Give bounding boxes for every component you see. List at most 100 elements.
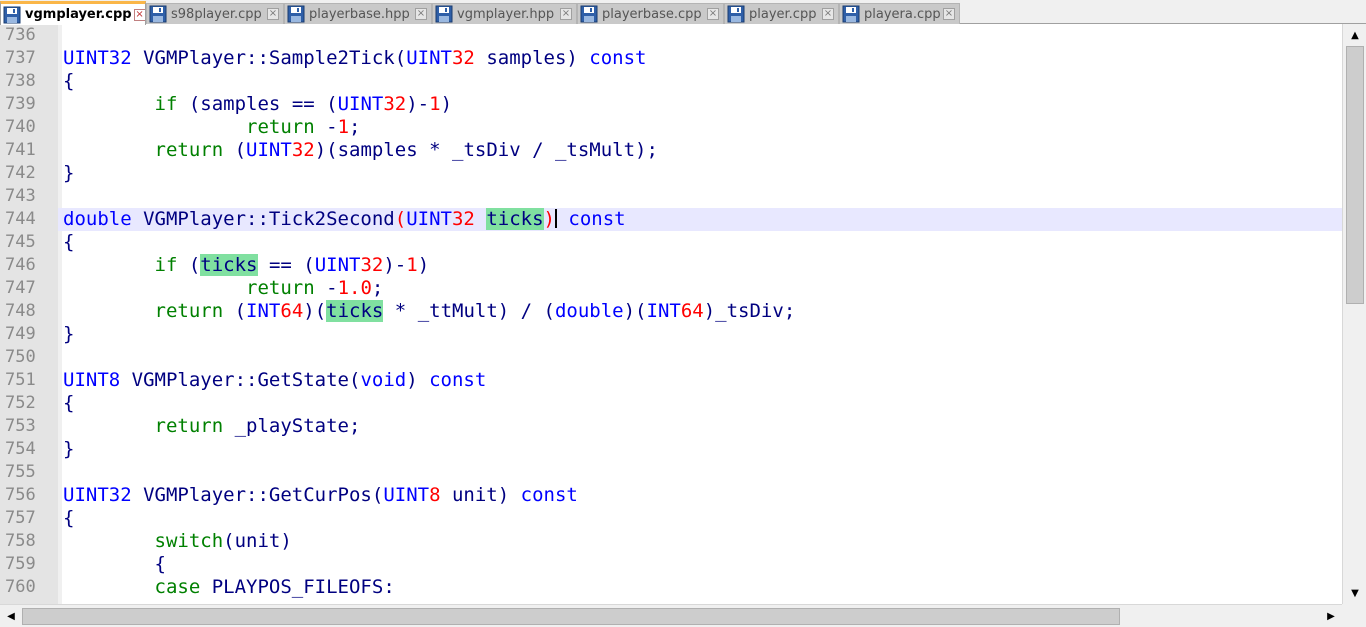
code-line[interactable]: 753 return _playState; <box>0 415 1342 438</box>
close-icon[interactable]: × <box>707 8 719 20</box>
code-token: :: <box>234 369 258 391</box>
code-line[interactable]: 739 if (samples == (UINT32)-1) <box>0 93 1342 116</box>
code-line[interactable]: 747 return -1.0; <box>0 277 1342 300</box>
tab-playerbase-cpp[interactable]: playerbase.cpp × <box>577 3 724 24</box>
close-icon[interactable]: × <box>415 8 427 20</box>
code-token: return <box>154 300 224 322</box>
code-token: const <box>417 369 487 391</box>
close-icon[interactable]: × <box>822 8 834 20</box>
code-token: Sample2Tick <box>268 47 395 69</box>
tab-s98player-cpp[interactable]: s98player.cpp × <box>146 3 284 24</box>
code-line[interactable]: 741 return (UINT32)(samples * _tsDiv / _… <box>0 139 1342 162</box>
line-number: 753 <box>5 416 36 436</box>
code-line[interactable]: 750 <box>0 346 1342 369</box>
code-line[interactable]: 758 switch(unit) <box>0 530 1342 553</box>
code-token: UINT <box>406 208 452 230</box>
scroll-left-arrow-icon[interactable]: ◀ <box>2 607 20 625</box>
close-icon[interactable]: × <box>943 8 955 20</box>
code-token: :: <box>246 484 269 506</box>
code-line[interactable]: 751 UINT8 VGMPlayer::GetState(void) const <box>0 369 1342 392</box>
code-token: INT <box>246 300 281 322</box>
code-token: switch <box>154 530 224 552</box>
code-token: ; <box>349 116 361 138</box>
code-token: UINT8 <box>63 369 132 391</box>
code-token: )- <box>383 254 407 276</box>
code-token: UINT <box>246 139 292 161</box>
horizontal-scroll-thumb[interactable] <box>22 608 1120 625</box>
scroll-down-arrow-icon[interactable]: ▼ <box>1345 584 1365 602</box>
scroll-right-arrow-icon[interactable]: ▶ <box>1322 607 1340 625</box>
code-token: return <box>154 139 224 161</box>
horizontal-scrollbar[interactable]: ◀ ▶ <box>0 604 1342 627</box>
code-text: if (samples == (UINT32)-1) <box>63 93 453 116</box>
tab-label: playera.cpp <box>864 6 941 22</box>
code-token: :: <box>246 47 269 69</box>
code-line[interactable]: 742} <box>0 162 1342 185</box>
code-line[interactable]: 744 double VGMPlayer::Tick2Second(UINT32 … <box>0 208 1342 231</box>
code-line[interactable]: 756 UINT32 VGMPlayer::GetCurPos(UINT8 uni… <box>0 484 1342 507</box>
tab-vgmplayer-cpp[interactable]: vgmplayer.cpp × <box>0 1 146 25</box>
code-token: UINT32 <box>63 47 144 69</box>
code-token: if <box>154 254 178 276</box>
code-text: { <box>63 553 166 576</box>
code-line[interactable]: 740 return -1; <box>0 116 1342 139</box>
floppy-disk-icon <box>3 6 21 23</box>
vertical-scrollbar[interactable]: ▲ ▼ <box>1342 24 1366 604</box>
vertical-scroll-thumb[interactable] <box>1346 46 1364 304</box>
code-text: UINT8 VGMPlayer::GetState(void) const <box>63 369 486 392</box>
code-token: 64 <box>680 300 704 322</box>
highlighted-token: ticks <box>326 300 384 322</box>
code-token: GetCurPos <box>268 484 372 506</box>
code-token: ) <box>280 530 292 552</box>
code-line[interactable]: 752 { <box>0 392 1342 415</box>
code-line[interactable]: 749} <box>0 323 1342 346</box>
floppy-disk-icon <box>727 5 745 23</box>
code-line[interactable]: 759 { <box>0 553 1342 576</box>
close-icon[interactable]: × <box>133 8 145 21</box>
code-line[interactable]: 745 { <box>0 231 1342 254</box>
code-line[interactable]: 760 case PLAYPOS_FILEOFS: <box>0 576 1342 599</box>
code-token: - <box>314 277 338 299</box>
code-line[interactable]: 736 <box>0 24 1342 47</box>
code-text: } <box>63 438 74 461</box>
code-line[interactable]: 746 if (ticks == (UINT32)-1) <box>0 254 1342 277</box>
code-token: 64 <box>280 300 304 322</box>
code-token: _tsMult <box>554 139 636 161</box>
code-token: ( <box>223 300 247 322</box>
floppy-disk-icon <box>287 5 305 23</box>
code-token: const <box>556 208 626 230</box>
line-number: 760 <box>5 577 36 597</box>
close-icon[interactable]: × <box>267 8 279 20</box>
code-token: unit <box>234 530 281 552</box>
code-line[interactable]: 748 return (INT64)(ticks * _ttMult) / (d… <box>0 300 1342 323</box>
code-token: return <box>246 116 315 138</box>
code-line[interactable]: 743 <box>0 185 1342 208</box>
code-editor[interactable]: 736 737 UINT32 VGMPlayer::Sample2Tick(UINT… <box>0 24 1342 604</box>
tab-playera-cpp[interactable]: playera.cpp × <box>839 3 960 24</box>
line-number: 754 <box>5 439 36 459</box>
code-line[interactable]: 738 { <box>0 70 1342 93</box>
line-number: 758 <box>5 531 36 551</box>
tab-player-cpp[interactable]: player.cpp × <box>724 3 839 24</box>
code-token: 32 <box>360 254 384 276</box>
tab-vgmplayer-hpp[interactable]: vgmplayer.hpp × <box>432 3 577 24</box>
line-number: 740 <box>5 117 36 137</box>
code-token: const <box>577 47 647 69</box>
close-icon[interactable]: × <box>560 8 572 20</box>
code-text: { <box>63 70 74 93</box>
code-text: UINT32 VGMPlayer::GetCurPos(UINT8 unit) … <box>63 484 578 507</box>
code-line[interactable]: 737 UINT32 VGMPlayer::Sample2Tick(UINT32 … <box>0 47 1342 70</box>
code-token: ( <box>394 47 407 69</box>
code-line[interactable]: 754} <box>0 438 1342 461</box>
line-number: 737 <box>5 48 36 68</box>
code-token: double <box>554 300 624 322</box>
code-line[interactable]: 757 { <box>0 507 1342 530</box>
scroll-up-arrow-icon[interactable]: ▲ <box>1345 26 1365 44</box>
code-token: 1 <box>337 116 350 138</box>
code-line[interactable]: 755 <box>0 461 1342 484</box>
tab-playerbase-hpp[interactable]: playerbase.hpp × <box>284 3 432 24</box>
code-text: { <box>63 507 74 530</box>
